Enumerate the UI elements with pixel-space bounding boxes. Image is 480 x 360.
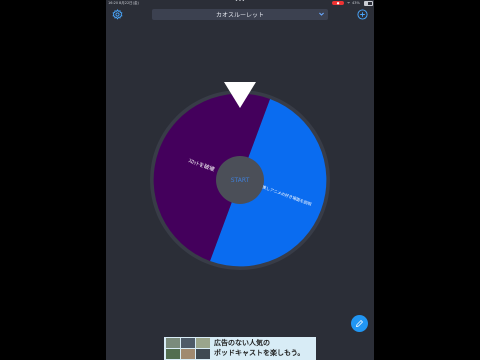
wifi-icon: ᯤ — [347, 1, 351, 5]
chevron-down-icon — [318, 10, 325, 18]
gear-icon — [112, 9, 123, 20]
roulette-wheel[interactable]: ｽﾛｯﾄを破壊 推しアニメの好き場面を説明 START — [148, 80, 332, 270]
plus-circle-icon — [357, 9, 368, 20]
status-time: 16:20 — [108, 1, 119, 5]
settings-button[interactable] — [112, 9, 123, 20]
status-bar: 16:20 8月22日(金) ••• ● ᯤ 43% — [106, 0, 374, 6]
battery-icon — [364, 1, 373, 6]
battery-percent: 43% — [352, 1, 360, 5]
roulette-title: カオスルーレット — [215, 12, 264, 19]
pencil-icon — [356, 319, 364, 327]
app-screen: 16:20 8月22日(金) ••• ● ᯤ 43% カオスルーレット ｽﾛｯﾄ… — [106, 0, 374, 360]
ad-line-1: 広告のない人気の — [214, 339, 270, 347]
ad-line-2: ポッドキャストを楽しもう。 — [214, 349, 305, 357]
ad-thumbnails — [166, 338, 210, 359]
roulette-title-select[interactable]: カオスルーレット — [152, 9, 328, 20]
edit-button[interactable] — [351, 315, 368, 332]
multitask-dots-icon[interactable]: ••• — [235, 0, 245, 4]
recording-indicator-icon: ● — [332, 1, 344, 5]
status-date: 8月22日(金) — [119, 1, 139, 5]
ad-banner[interactable]: 広告のない人気の ポッドキャストを楽しもう。 — [164, 337, 316, 360]
add-roulette-button[interactable] — [357, 9, 368, 20]
start-label[interactable]: START — [231, 177, 250, 184]
